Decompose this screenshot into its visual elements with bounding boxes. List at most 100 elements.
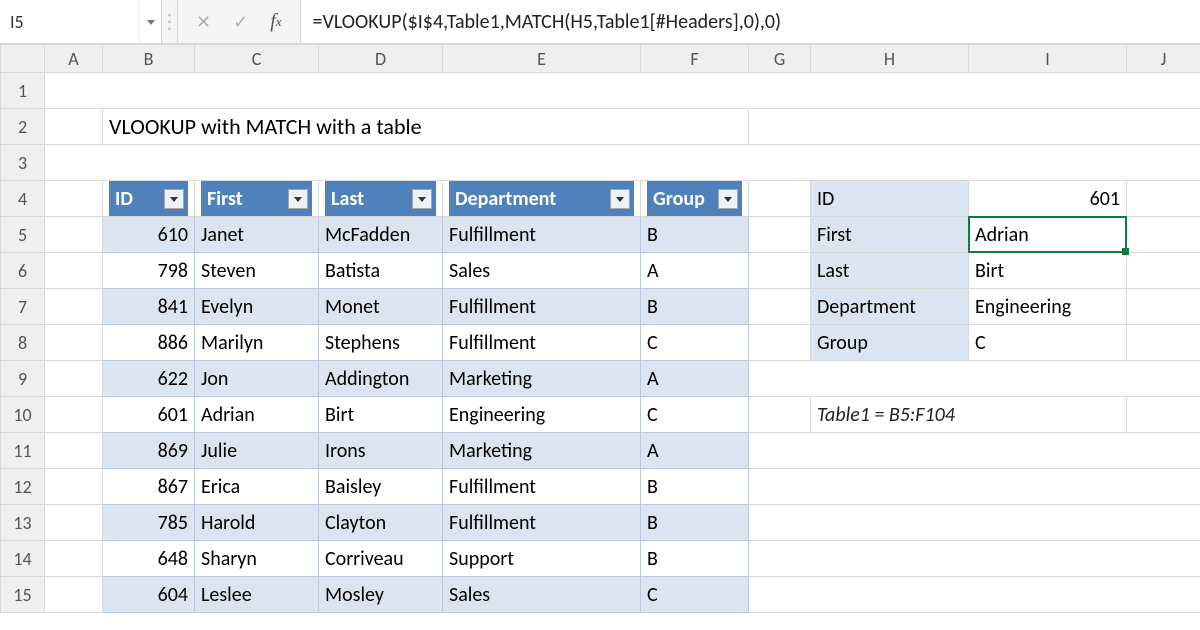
cancel-icon[interactable]: ✕ xyxy=(196,11,211,33)
lookup-value-first[interactable]: Adrian xyxy=(969,217,1127,253)
col-header-C[interactable]: C xyxy=(195,45,319,73)
worksheet[interactable]: A B C D E F G H I J 1 2 VLOOKUP with MAT… xyxy=(0,44,1200,613)
filter-dropdown-icon[interactable] xyxy=(610,189,630,209)
filter-dropdown-icon[interactable] xyxy=(412,189,432,209)
cell[interactable] xyxy=(45,469,103,505)
table-cell[interactable]: Jon xyxy=(195,361,319,397)
table-cell[interactable]: Monet xyxy=(319,289,443,325)
cell[interactable] xyxy=(45,397,103,433)
table-cell[interactable]: Sharyn xyxy=(195,541,319,577)
table-header-last[interactable]: Last xyxy=(319,181,443,217)
cell[interactable] xyxy=(1127,397,1200,433)
cell[interactable] xyxy=(45,253,103,289)
filter-dropdown-icon[interactable] xyxy=(718,189,738,209)
cell[interactable] xyxy=(45,361,103,397)
cell[interactable] xyxy=(749,433,1200,469)
cell[interactable] xyxy=(45,109,103,145)
lookup-label-id[interactable]: ID xyxy=(811,181,969,217)
cell[interactable] xyxy=(749,397,811,433)
row-header-9[interactable]: 9 xyxy=(1,361,45,397)
table-cell[interactable]: Mosley xyxy=(319,577,443,613)
row-header-5[interactable]: 5 xyxy=(1,217,45,253)
cell[interactable] xyxy=(45,73,1200,109)
cell[interactable] xyxy=(45,325,103,361)
row-header-1[interactable]: 1 xyxy=(1,73,45,109)
filter-dropdown-icon[interactable] xyxy=(288,189,308,209)
row-header-7[interactable]: 7 xyxy=(1,289,45,325)
table-cell[interactable]: B xyxy=(641,469,749,505)
col-header-H[interactable]: H xyxy=(811,45,969,73)
name-box[interactable]: I5 xyxy=(0,0,139,43)
table-cell[interactable]: Baisley xyxy=(319,469,443,505)
row-header-6[interactable]: 6 xyxy=(1,253,45,289)
table-cell[interactable]: Steven xyxy=(195,253,319,289)
cell[interactable] xyxy=(749,505,1200,541)
table-cell[interactable]: Harold xyxy=(195,505,319,541)
table-cell[interactable]: Stephens xyxy=(319,325,443,361)
cell[interactable] xyxy=(749,469,1200,505)
row-header-14[interactable]: 14 xyxy=(1,541,45,577)
cell[interactable] xyxy=(749,289,811,325)
table-cell[interactable]: Sales xyxy=(443,253,641,289)
cell[interactable] xyxy=(1127,217,1200,253)
table-cell[interactable]: Evelyn xyxy=(195,289,319,325)
table-cell[interactable]: Fulfillment xyxy=(443,325,641,361)
row-header-3[interactable]: 3 xyxy=(1,145,45,181)
table-cell[interactable]: Corriveau xyxy=(319,541,443,577)
table-cell[interactable]: Fulfillment xyxy=(443,505,641,541)
cell[interactable] xyxy=(749,181,811,217)
table-cell[interactable]: A xyxy=(641,361,749,397)
cell[interactable] xyxy=(45,145,1200,181)
cell[interactable] xyxy=(1127,253,1200,289)
cell[interactable] xyxy=(45,217,103,253)
col-header-F[interactable]: F xyxy=(641,45,749,73)
table-cell[interactable]: Erica xyxy=(195,469,319,505)
table-header-first[interactable]: First xyxy=(195,181,319,217)
row-header-12[interactable]: 12 xyxy=(1,469,45,505)
col-header-G[interactable]: G xyxy=(749,45,811,73)
row-header-13[interactable]: 13 xyxy=(1,505,45,541)
lookup-value-id[interactable]: 601 xyxy=(969,181,1127,217)
lookup-value-dept[interactable]: Engineering xyxy=(969,289,1127,325)
table-range-note[interactable]: Table1 = B5:F104 xyxy=(811,397,1127,433)
table-cell[interactable]: 610 xyxy=(103,217,195,253)
table-cell[interactable]: A xyxy=(641,433,749,469)
table-cell[interactable]: Sales xyxy=(443,577,641,613)
col-header-B[interactable]: B xyxy=(103,45,195,73)
table-cell[interactable]: 886 xyxy=(103,325,195,361)
table-cell[interactable]: Clayton xyxy=(319,505,443,541)
row-header-15[interactable]: 15 xyxy=(1,577,45,613)
cell[interactable] xyxy=(749,325,811,361)
lookup-value-group[interactable]: C xyxy=(969,325,1127,361)
table-cell[interactable]: Fulfillment xyxy=(443,469,641,505)
table-cell[interactable]: 648 xyxy=(103,541,195,577)
cell[interactable] xyxy=(1127,181,1200,217)
table-cell[interactable]: B xyxy=(641,541,749,577)
table-cell[interactable]: 601 xyxy=(103,397,195,433)
table-cell[interactable]: Adrian xyxy=(195,397,319,433)
cell[interactable] xyxy=(45,577,103,613)
row-header-11[interactable]: 11 xyxy=(1,433,45,469)
row-header-8[interactable]: 8 xyxy=(1,325,45,361)
table-cell[interactable]: Fulfillment xyxy=(443,217,641,253)
lookup-label-last[interactable]: Last xyxy=(811,253,969,289)
table-cell[interactable]: Irons xyxy=(319,433,443,469)
lookup-label-first[interactable]: First xyxy=(811,217,969,253)
col-header-I[interactable]: I xyxy=(969,45,1127,73)
cell[interactable] xyxy=(1127,325,1200,361)
table-cell[interactable]: Engineering xyxy=(443,397,641,433)
col-header-A[interactable]: A xyxy=(45,45,103,73)
table-cell[interactable]: 604 xyxy=(103,577,195,613)
col-header-J[interactable]: J xyxy=(1127,45,1200,73)
formula-input[interactable]: =VLOOKUP($I$4,Table1,MATCH(H5,Table1[#He… xyxy=(300,0,1200,43)
table-cell[interactable]: 622 xyxy=(103,361,195,397)
cell[interactable] xyxy=(749,217,811,253)
table-cell[interactable]: 841 xyxy=(103,289,195,325)
table-cell[interactable]: C xyxy=(641,577,749,613)
lookup-value-last[interactable]: Birt xyxy=(969,253,1127,289)
table-cell[interactable]: McFadden xyxy=(319,217,443,253)
table-cell[interactable]: Leslee xyxy=(195,577,319,613)
col-header-D[interactable]: D xyxy=(319,45,443,73)
table-cell[interactable]: A xyxy=(641,253,749,289)
name-box-dropdown[interactable] xyxy=(139,0,161,43)
